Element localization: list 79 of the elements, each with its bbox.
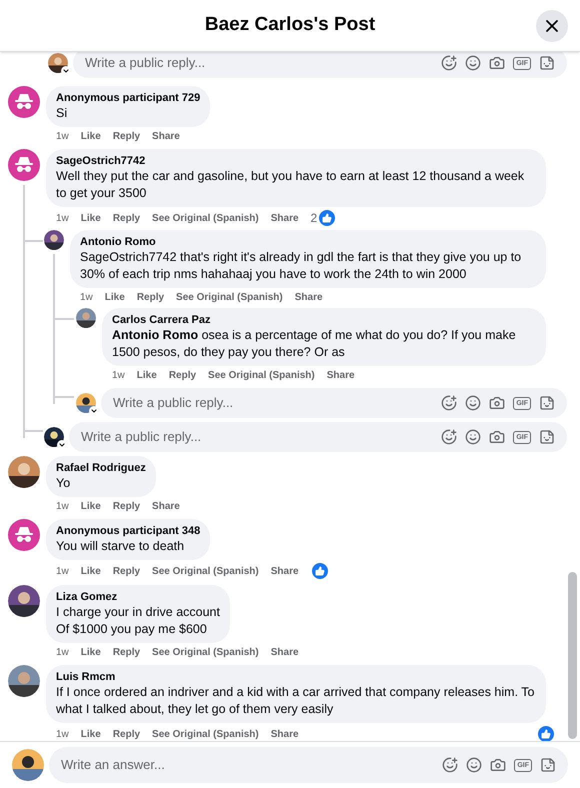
commenter-name[interactable]: Carlos Carrera Paz [112, 313, 536, 327]
comment-text: SageOstrich7742 that's right it's already in gdl the fart is that they give you up to 30% of each trip nms hahahaaj you have to work the 24th to win 2000 [80, 249, 522, 283]
like-reaction-icon [310, 562, 329, 580]
comment-action-link[interactable]: Like [80, 726, 101, 741]
comment-action-link[interactable]: Reply [112, 645, 140, 660]
emoji-icon[interactable] [465, 395, 482, 411]
comment-action-link[interactable]: See Original (Spanish) [152, 645, 259, 660]
comment-time[interactable]: 1w [112, 368, 125, 383]
comment-action-link[interactable]: Like [136, 368, 157, 383]
comment-time[interactable]: 1w [56, 564, 69, 578]
comment-time[interactable]: 1w [56, 645, 69, 660]
comment-action-link[interactable]: See Original (Spanish) [208, 368, 315, 383]
commenter-name[interactable]: Anonymous participant 729 [56, 91, 200, 105]
avatar-sticker-icon[interactable] [442, 757, 458, 773]
comment-action-link[interactable]: Like [80, 210, 101, 226]
commenter-name[interactable]: Antonio Romo [80, 235, 536, 249]
incognito-avatar-icon [8, 519, 40, 551]
comment-action-link[interactable]: Like [104, 290, 125, 305]
comment-action-link[interactable]: See Original (Spanish) [152, 726, 259, 741]
incognito-avatar-icon [8, 149, 40, 181]
commenter-name[interactable]: SageOstrich7742 [56, 154, 536, 168]
comment-action-link[interactable]: Like [80, 564, 101, 578]
comment-action-link[interactable]: Share [326, 368, 355, 383]
commenter-name[interactable]: Anonymous participant 348 [56, 524, 200, 538]
like-reaction-icon [318, 209, 336, 227]
comment-action-link[interactable]: Share [152, 499, 180, 514]
comment-time[interactable]: 1w [56, 499, 69, 514]
comment-action-link[interactable]: Like [80, 499, 101, 514]
comment-time[interactable]: 1w [56, 210, 69, 226]
comment-action-link[interactable]: Share [270, 726, 299, 741]
comment-time[interactable]: 1w [80, 290, 93, 305]
comment-text: Si [56, 105, 68, 122]
comment-action-link[interactable]: Share [152, 129, 180, 144]
incognito-avatar-icon [8, 86, 40, 118]
comment-action-link[interactable]: Share [270, 564, 299, 578]
comment-action-link[interactable]: Share [270, 210, 299, 226]
comment-action-link[interactable]: See Original (Spanish) [176, 290, 283, 305]
reaction-count[interactable]: 2 [310, 209, 318, 227]
dialog-title: Baez Carlos's Post [204, 13, 376, 38]
commenter-name[interactable]: Luis Rmcm [56, 670, 536, 684]
sticker-icon[interactable] [539, 429, 555, 445]
comment-action-link[interactable]: Share [294, 290, 323, 305]
emoji-icon[interactable] [465, 55, 482, 71]
commenter-name[interactable]: Liza Gomez [56, 590, 220, 604]
sticker-icon[interactable] [540, 757, 556, 773]
comment-action-link[interactable]: Reply [112, 210, 140, 226]
comment-text: I charge your in drive account Of $1000 you pay me $600 [56, 604, 220, 638]
avatar-sticker-icon[interactable] [441, 395, 458, 411]
scrollbar-thumb[interactable] [568, 572, 577, 739]
comment-action-link[interactable]: Reply [112, 564, 140, 578]
commenter-name[interactable]: Rafael Rodriguez [56, 461, 146, 475]
camera-icon[interactable] [489, 395, 506, 411]
comment-text: You will starve to death [56, 538, 186, 555]
comment-text: Antonio Romo osea is a percentage of me what do you do? If you make 1500 pesos, do they pay you there? Or as [112, 327, 517, 361]
comment-action-link[interactable]: Reply [112, 499, 140, 514]
sticker-icon[interactable] [539, 55, 555, 71]
comment-time[interactable]: 1w [56, 726, 69, 741]
sticker-icon[interactable] [539, 395, 555, 411]
close-button[interactable] [536, 10, 568, 42]
comment-action-link[interactable]: Reply [136, 290, 164, 305]
comment-text: If I once ordered an indriver and a kid with a car arrived that company releases him. To what I talked about, they let go of them very easily [56, 684, 536, 718]
camera-icon[interactable] [489, 55, 506, 71]
camera-icon[interactable] [489, 429, 506, 445]
comment-time[interactable]: 1w [56, 129, 69, 144]
avatar-sticker-icon[interactable] [441, 429, 458, 445]
avatar-sticker-icon[interactable] [441, 55, 458, 71]
comment-action-link[interactable]: Reply [112, 129, 140, 144]
emoji-icon[interactable] [466, 757, 482, 773]
emoji-icon[interactable] [465, 429, 482, 445]
comment-text: Yo [56, 475, 72, 492]
comment-action-link[interactable]: Share [270, 645, 299, 660]
camera-icon[interactable] [490, 757, 506, 773]
comment-action-link[interactable]: Like [80, 645, 101, 660]
comment-text: Well they put the car and gasoline, but you have to earn at least 12 thousand a week to get your 3500 [56, 168, 526, 202]
comment-action-link[interactable]: See Original (Spanish) [152, 210, 259, 226]
comment-action-link[interactable]: See Original (Spanish) [152, 564, 259, 578]
comment-action-link[interactable]: Like [80, 129, 101, 144]
comment-action-link[interactable]: Reply [168, 368, 196, 383]
comment-action-link[interactable]: Reply [112, 726, 140, 741]
